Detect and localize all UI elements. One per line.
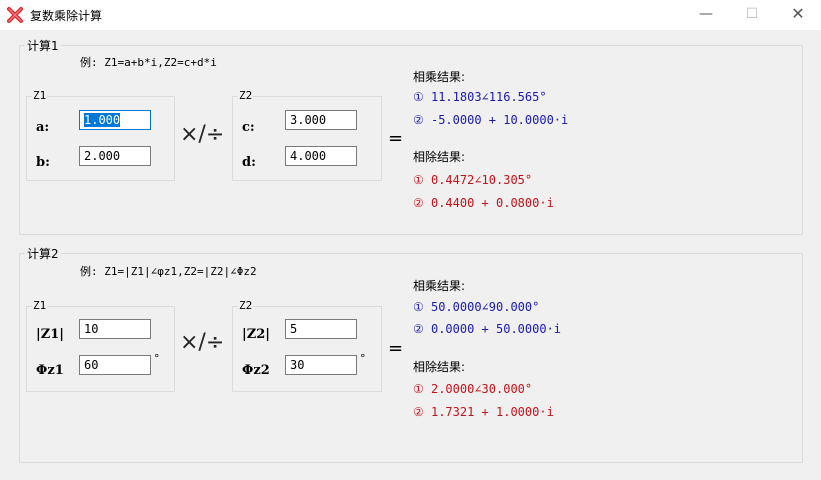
b-input[interactable]: 2.000 (79, 146, 151, 166)
z1-magnitude-label: |Z1| (36, 327, 64, 342)
calc1-div-title: 相除结果: (413, 150, 466, 164)
z1-angle-input[interactable]: 60 (79, 355, 151, 375)
calc1-label: 计算1 (25, 37, 61, 54)
calc2-label: 计算2 (25, 245, 61, 262)
a-label: a: (36, 120, 50, 135)
calc2-example: 例: Z1=|Z1|∠φz1,Z2=|Z2|∠Φz2 (80, 265, 257, 278)
calc1-div-polar: ① 0.4472∠10.305° (413, 173, 533, 187)
calc1-z2-label: Z2 (238, 89, 254, 102)
z1-angle-label: Φz1 (36, 363, 64, 378)
calc1-mul-title: 相乘结果: (413, 70, 466, 84)
calc1-mul-rect: ② -5.0000 + 10.0000·i (413, 113, 569, 127)
app-x-icon (7, 7, 23, 23)
z1-magnitude-input[interactable]: 10 (79, 319, 151, 339)
b-label: b: (36, 155, 50, 170)
z2-magnitude-input[interactable]: 5 (285, 319, 357, 339)
calc2-equals: = (388, 338, 404, 359)
calc2-div-rect: ② 1.7321 + 1.0000·i (413, 405, 554, 419)
calc2-operator: ×/÷ (180, 330, 225, 355)
minimize-button[interactable]: — (683, 0, 729, 30)
calc2-div-title: 相除结果: (413, 360, 466, 374)
z2-magnitude-label: |Z2| (242, 327, 270, 342)
calc1-example: 例: Z1=a+b*i,Z2=c+d*i (80, 56, 217, 69)
c-input[interactable]: 3.000 (285, 110, 357, 130)
calc1-operator: ×/÷ (180, 122, 225, 147)
a-input[interactable]: 1.000 (79, 110, 151, 130)
close-button[interactable]: ✕ (775, 0, 821, 30)
calc2-z2-label: Z2 (238, 299, 254, 312)
d-input[interactable]: 4.000 (285, 146, 357, 166)
calc2-z1-label: Z1 (32, 299, 48, 312)
calc2-mul-rect: ② 0.0000 + 50.0000·i (413, 322, 562, 336)
d-label: d: (242, 155, 256, 170)
calc2-mul-polar: ① 50.0000∠90.000° (413, 300, 540, 314)
title-bar: 复数乘除计算 — ☐ ✕ (0, 0, 821, 30)
calc1-mul-polar: ① 11.1803∠116.565° (413, 90, 547, 104)
c-label: c: (242, 120, 255, 135)
maximize-button[interactable]: ☐ (729, 0, 775, 30)
calc2-div-polar: ① 2.0000∠30.000° (413, 382, 533, 396)
z2-degree-unit: ° (360, 352, 366, 365)
window-title: 复数乘除计算 (30, 9, 103, 23)
z1-degree-unit: ° (154, 352, 160, 365)
calc1-div-rect: ② 0.4400 + 0.0800·i (413, 196, 554, 210)
calc1-z1-label: Z1 (32, 89, 48, 102)
calc1-equals: = (388, 128, 404, 149)
client-area: 计算1 例: Z1=a+b*i,Z2=c+d*i Z1 a: 1.000 b: … (0, 30, 821, 480)
z2-angle-label: Φz2 (242, 363, 270, 378)
calc2-mul-title: 相乘结果: (413, 279, 466, 293)
z2-angle-input[interactable]: 30 (285, 355, 357, 375)
